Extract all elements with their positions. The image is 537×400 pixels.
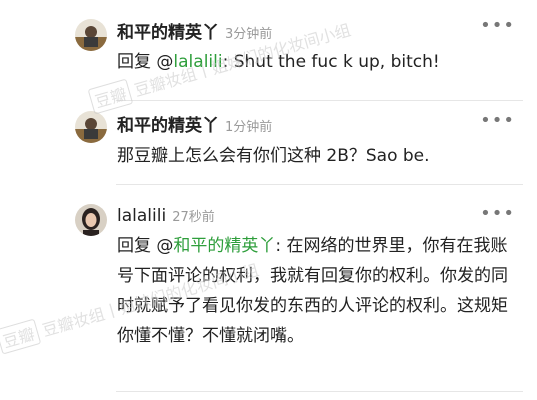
reply-prefix: 回复 @ — [117, 52, 174, 72]
comment-author[interactable]: 和平的精英丫 3分钟前 — [117, 18, 272, 43]
mention-link[interactable]: lalalili — [173, 52, 222, 72]
author-name[interactable]: 和平的精英丫 — [117, 116, 219, 136]
avatar[interactable] — [75, 111, 107, 143]
comment-item: 和平的精英丫 1分钟前 ••• 那豆瓣上怎么会有你们这种 2B？Sao be. — [0, 101, 537, 184]
comment-time: 3分钟前 — [225, 27, 273, 42]
comment-text: 回复 @和平的精英丫: 在网络的世界里，你有在我账号下面评论的权利，我就有回复你… — [117, 231, 521, 351]
mention-link[interactable]: 和平的精英丫 — [173, 236, 275, 256]
more-options-icon[interactable]: ••• — [480, 15, 515, 36]
reply-prefix: 回复 @ — [117, 236, 174, 256]
avatar[interactable] — [75, 204, 107, 236]
comment-author[interactable]: lalalili 27秒前 — [117, 206, 215, 226]
comment-item: 和平的精英丫 3分钟前 ••• 回复 @lalalili: Shut the fu… — [0, 0, 537, 100]
author-name[interactable]: 和平的精英丫 — [117, 23, 219, 43]
comment-body: : Shut the fuc k up, bitch! — [222, 52, 440, 72]
comment-time: 1分钟前 — [225, 120, 273, 135]
avatar[interactable] — [75, 19, 107, 51]
more-options-icon[interactable]: ••• — [480, 110, 515, 131]
divider — [116, 391, 523, 392]
comment-author[interactable]: 和平的精英丫 1分钟前 — [117, 111, 272, 136]
comment-text: 那豆瓣上怎么会有你们这种 2B？Sao be. — [117, 146, 430, 166]
comment-text: 回复 @lalalili: Shut the fuc k up, bitch! — [117, 47, 521, 77]
author-name[interactable]: lalalili — [117, 206, 166, 226]
more-options-icon[interactable]: ••• — [480, 203, 515, 224]
comment-item: lalalili 27秒前 ••• 回复 @和平的精英丫: 在网络的世界里，你有在… — [0, 185, 537, 392]
comment-time: 27秒前 — [172, 210, 215, 225]
